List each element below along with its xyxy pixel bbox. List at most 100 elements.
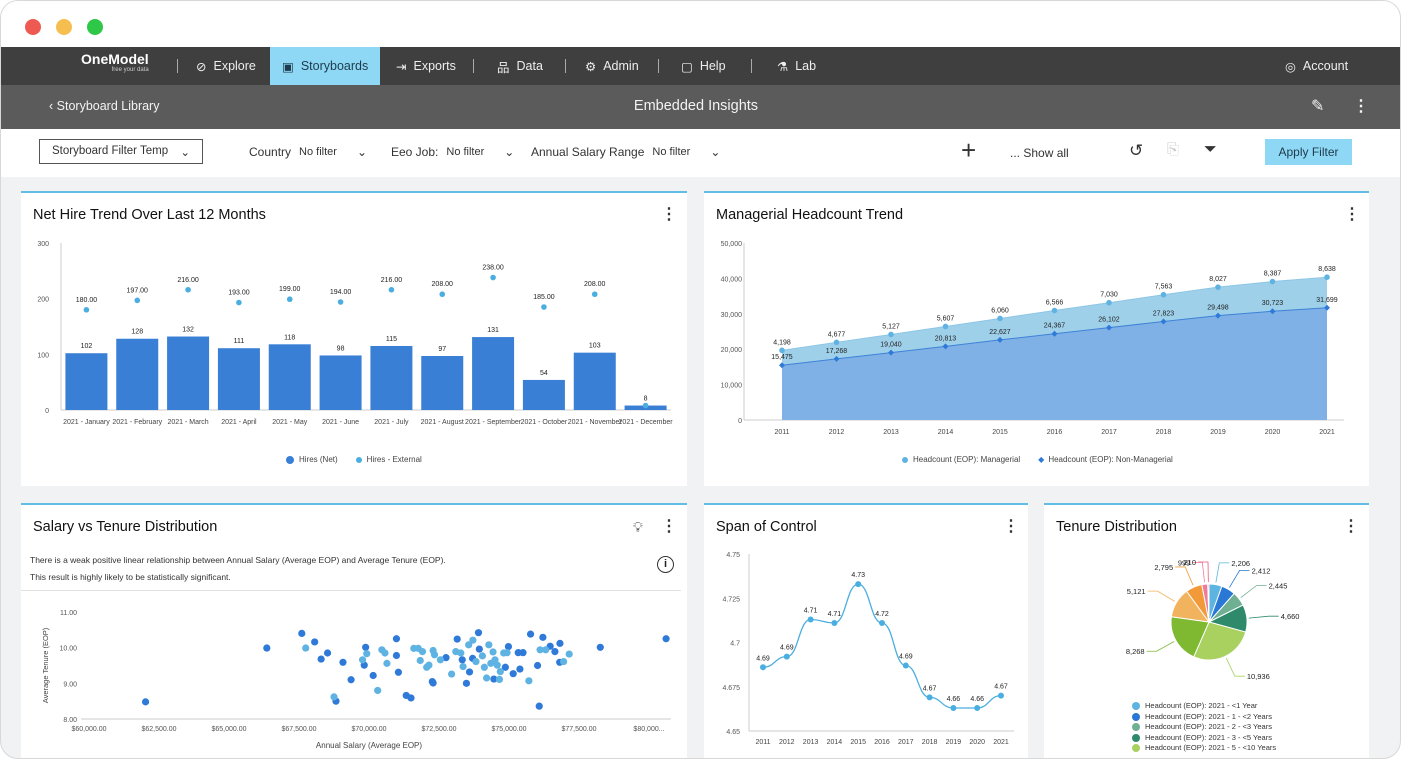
pie-data-label: 2,412 [1252, 566, 1271, 575]
card-title: Managerial Headcount Trend [716, 207, 904, 223]
x-tick-label: $62,500.00 [141, 726, 176, 733]
y-tick-label: 300 [37, 241, 49, 248]
y-tick-label: 0 [738, 418, 742, 425]
pie-connector [1225, 657, 1245, 677]
pie-data-label: 4,660 [1281, 612, 1300, 621]
x-tick-label: 2021 [1319, 429, 1335, 436]
maximize-window-button[interactable] [87, 19, 103, 35]
export-icon: ⇥ [396, 59, 407, 74]
span-data-label: 4.71 [804, 607, 818, 614]
filter-funnel-icon[interactable]: ⏷ [1204, 141, 1217, 159]
scatter-point [459, 662, 467, 671]
card-menu-icon[interactable]: ⋮ [661, 207, 677, 223]
scatter-point [551, 647, 559, 656]
card-managerial-headcount: Managerial Headcount Trend ⋮ 0 10,000 20,0… [704, 191, 1369, 486]
gear-icon: ⚙ [585, 59, 597, 74]
legend-item[interactable]: Headcount (EOP): 2021 - 3 - <5 Years [1132, 733, 1276, 744]
account-button[interactable]: ◎ Account [1273, 47, 1360, 85]
scatter-point [453, 635, 461, 643]
x-tick-label: $72,500.00 [421, 726, 456, 733]
span-point [783, 653, 790, 660]
x-tick-label: 2011 [755, 739, 770, 746]
apply-filter-button[interactable]: Apply Filter [1265, 139, 1352, 165]
scatter-point [596, 643, 604, 651]
chevron-down-icon: ⌄ [356, 145, 367, 159]
scatter-point [407, 694, 415, 702]
managerial-data-label: 4,198 [773, 339, 791, 346]
legend-item[interactable]: Headcount (EOP): 2021 - 2 - <3 Years [1132, 722, 1276, 733]
nav-lab[interactable]: ⚗ Lab [765, 47, 828, 85]
managerial-point [942, 323, 949, 330]
legend-item[interactable]: Hires (Net) [286, 455, 338, 464]
span-line [762, 583, 1002, 709]
scatter-point [662, 635, 670, 643]
legend-item[interactable]: Headcount (EOP): 2021 - 1 - <2 Years [1132, 712, 1276, 723]
managerial-point [1051, 307, 1058, 314]
scatter-point [465, 668, 474, 676]
nav-data[interactable]: 品 Data [485, 47, 555, 85]
non-managerial-data-label: 20,813 [935, 335, 957, 342]
x-tick-label: 2021 - June [322, 419, 359, 426]
minimize-window-button[interactable] [56, 19, 72, 35]
info-icon[interactable]: i [657, 556, 674, 573]
scatter-point [302, 644, 310, 652]
scatter-point [311, 638, 319, 646]
x-tick-label: 2016 [874, 739, 890, 746]
card-menu-icon[interactable]: ⋮ [1344, 207, 1360, 223]
span-of-control-chart: 4.65 4.675 4.7 4.725 4.75 2011 4.69 2012 4.69 201… [722, 552, 1014, 746]
more-options-icon[interactable]: ⋮ [1353, 96, 1369, 116]
legend-item[interactable]: Headcount (EOP): 2021 - <1 Year [1132, 701, 1276, 712]
filter-salary-range[interactable]: Annual Salary Range No filter ⌄ [531, 145, 720, 159]
pie-connector [1175, 566, 1194, 586]
x-tick-label: 2021 - April [221, 419, 257, 426]
scatter-point [418, 647, 427, 656]
scatter-point [469, 636, 477, 644]
legend-item[interactable]: Headcount (EOP): 2021 - 5 - <10 Years [1132, 743, 1276, 754]
pie-data-label: 10,936 [1247, 672, 1270, 681]
undo-icon[interactable]: ↺ [1129, 141, 1143, 161]
span-data-label: 4.66 [947, 696, 961, 703]
filter-template-select[interactable]: Storyboard Filter Temp ⌄ [39, 139, 203, 164]
x-tick-label: 2020 [1265, 429, 1281, 436]
legend-item[interactable]: Hires - External [355, 455, 422, 464]
filter-country[interactable]: Country No filter ⌄ [249, 145, 367, 159]
y-tick-label: 200 [37, 297, 49, 304]
legend-item[interactable]: ◆ Headcount (EOP): Non-Managerial [1038, 455, 1173, 464]
storyboard-header: ‹ Storyboard Library Embedded Insights ✎… [1, 85, 1400, 129]
pie-connector [1215, 562, 1230, 583]
nav-help[interactable]: ▢ Help [669, 47, 738, 85]
card-menu-icon[interactable]: ⋮ [1343, 519, 1359, 535]
x-tick-label: 2011 [774, 429, 789, 436]
onemodel-logo[interactable]: OneModel free your data [81, 51, 149, 73]
x-tick-label: 2017 [1101, 429, 1117, 436]
close-window-button[interactable] [25, 19, 41, 35]
card-menu-icon[interactable]: ⋮ [661, 519, 677, 535]
edit-pencil-icon[interactable]: ✎ [1311, 96, 1324, 116]
bar-data-label: 118 [284, 334, 295, 341]
nav-admin[interactable]: ⚙ Admin [573, 47, 651, 85]
bar-data-label: 131 [487, 327, 499, 334]
non-managerial-data-label: 15,475 [771, 354, 793, 361]
nav-storyboards[interactable]: ▣ Storyboards [270, 47, 380, 85]
legend-item[interactable]: Headcount (EOP): Managerial [902, 455, 1020, 464]
filter-eeo-job[interactable]: Eeo Job: No filter ⌄ [391, 145, 514, 159]
scatter-point [560, 657, 568, 666]
scatter-point [392, 651, 401, 660]
add-filter-plus-icon[interactable]: + [961, 135, 976, 165]
tenure-pie-chart: 2,2062,412 2,445 4,660 10,936 8,268 5,121 2,79… [1126, 558, 1300, 681]
save-icon[interactable]: ⎘ [1167, 141, 1179, 158]
legend-label: Headcount (EOP): 2021 - <1 Year [1145, 701, 1258, 710]
point-data-label: 238.00 [482, 265, 504, 272]
nav-exports[interactable]: ⇥ Exports [384, 47, 468, 85]
show-all-link[interactable]: ... Show all [1010, 146, 1069, 160]
bar [65, 353, 108, 410]
span-data-label: 4.69 [899, 654, 913, 661]
nav-explore[interactable]: ⊘ Explore [184, 47, 268, 85]
x-tick-label: 2019 [946, 739, 962, 746]
insight-bulb-icon[interactable]: 💡︎ [633, 519, 643, 536]
card-menu-icon[interactable]: ⋮ [1003, 519, 1019, 535]
filter-value: No filter [299, 146, 337, 158]
bar [116, 338, 159, 410]
y-tick-label: 30,000 [721, 312, 743, 319]
filter-bar: Storyboard Filter Temp ⌄ Country No filter… [1, 129, 1400, 177]
